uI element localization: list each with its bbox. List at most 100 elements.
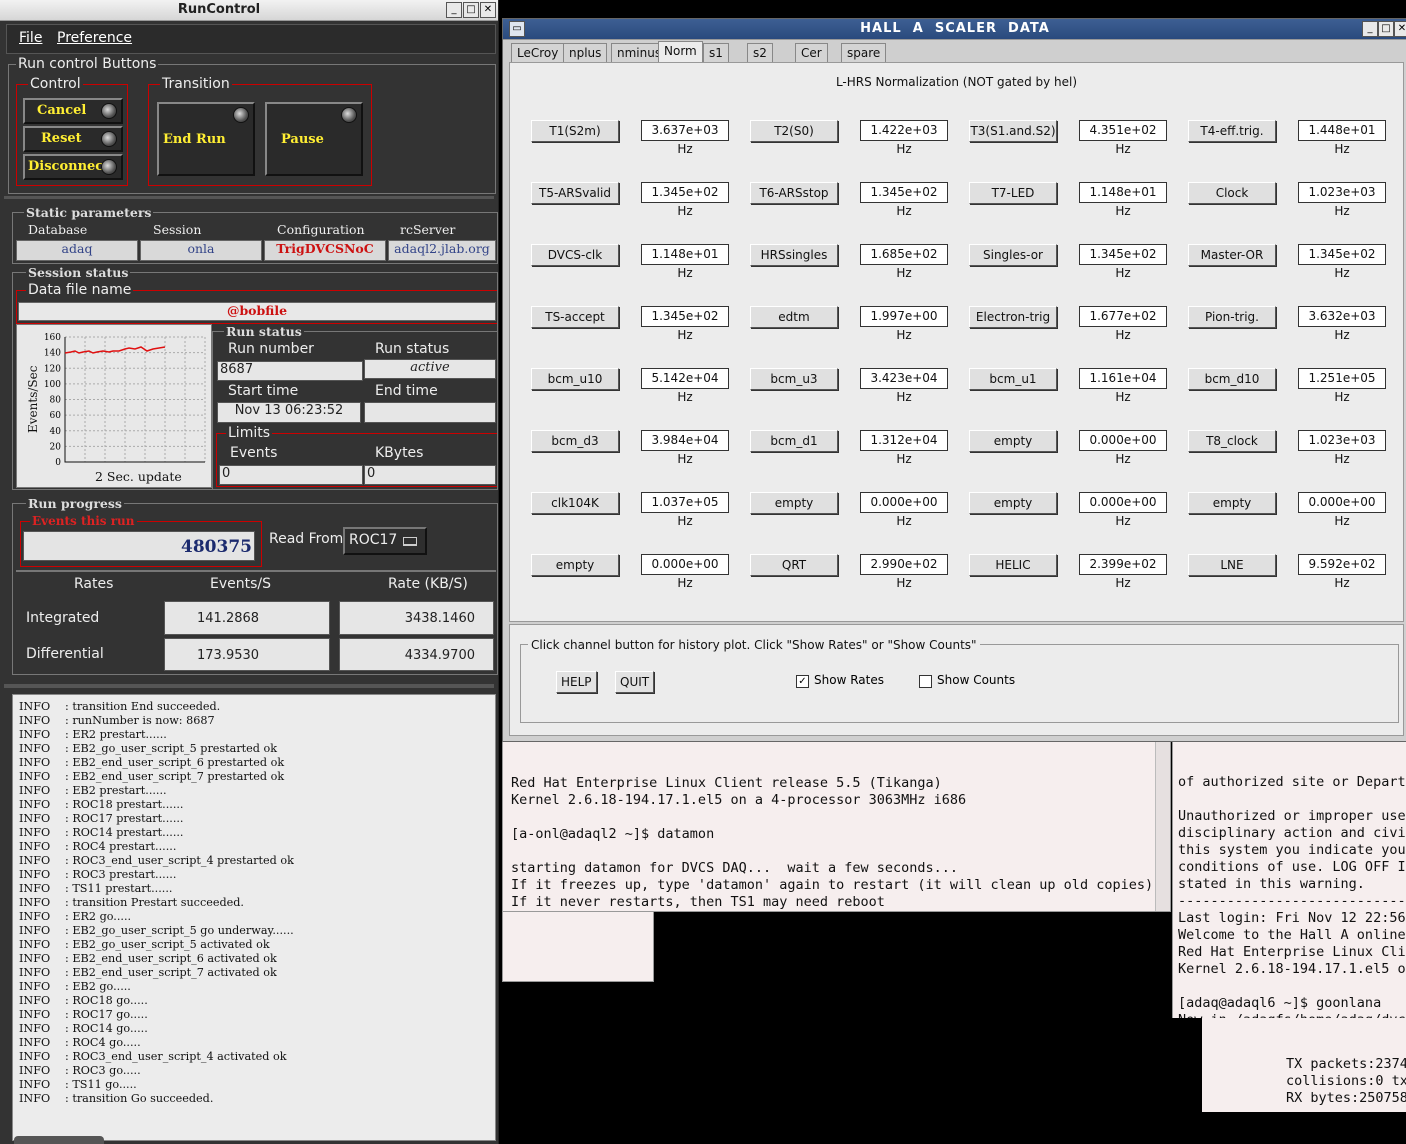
channel-rate-value: 9.592e+02 Hz	[1298, 554, 1386, 590]
channel-button[interactable]: HELIC	[969, 554, 1057, 576]
runcontrol-titlebar[interactable]: RunControl _ □ ✕	[0, 0, 498, 21]
terminal-bottom-line: RX bytes:250758	[1286, 1090, 1406, 1106]
tab-spare[interactable]: spare	[841, 43, 887, 63]
terminal-right-line: stated in this warning.	[1178, 876, 1365, 892]
rcserver-header: rcServer	[400, 222, 456, 237]
log-line: INFO: TS11 prestart......	[13, 882, 495, 896]
tab-cer[interactable]: Cer	[795, 43, 828, 63]
tab-s2[interactable]: s2	[747, 43, 773, 63]
log-line: INFO: EB2_end_user_script_7 prestarted o…	[13, 770, 495, 784]
terminal-right-line: this system you indicate you	[1178, 842, 1406, 858]
terminal-right[interactable]: of authorized site or Depart Unauthorized…	[1172, 740, 1406, 1018]
channel-button[interactable]: T1(S2m)	[531, 120, 619, 142]
database-header: Database	[28, 222, 88, 237]
log-line: INFO: ROC17 go.....	[13, 1008, 495, 1022]
help-button[interactable]: HELP	[556, 671, 597, 693]
kbytes-limit-input[interactable]: 0	[364, 465, 496, 485]
maximize-icon[interactable]: □	[463, 2, 479, 18]
channel-button[interactable]: bcm_d3	[531, 430, 619, 452]
tab-nplus[interactable]: nplus	[563, 43, 608, 63]
channel-button[interactable]: T8_clock	[1188, 430, 1276, 452]
menu-preference[interactable]: Preference	[57, 30, 132, 46]
read-from-label: Read From:	[267, 531, 351, 547]
disconnect-button[interactable]: Disconnect	[23, 154, 123, 180]
channel-rate-value: 3.984e+04 Hz	[641, 430, 729, 466]
cancel-button[interactable]: Cancel	[23, 98, 123, 124]
channel-button[interactable]: bcm_d10	[1188, 368, 1276, 390]
channel-button[interactable]: Pion-trig.	[1188, 306, 1276, 328]
log-line: INFO: ROC18 prestart......	[13, 798, 495, 812]
channel-rate-value: 1.023e+03 Hz	[1298, 430, 1386, 466]
channel-rate-value: 3.632e+03 Hz	[1298, 306, 1386, 342]
terminal-main[interactable]: Red Hat Enterprise Linux Client release …	[502, 740, 1171, 912]
events-limit-input[interactable]: 0	[219, 465, 363, 485]
terminal-scrollbar[interactable]	[1155, 741, 1170, 911]
read-from-select[interactable]: ROC17	[343, 527, 427, 555]
reset-button[interactable]: Reset	[23, 126, 123, 152]
channel-button[interactable]: bcm_u1	[969, 368, 1057, 390]
channel-rate-value: 0.000e+00 Hz	[860, 492, 948, 528]
dropdown-icon	[403, 537, 417, 546]
log-message: : ER2 prestart......	[65, 728, 167, 741]
static-parameters-label: Static parameters	[24, 205, 154, 220]
log-message: : ROC3_end_user_script_4 activated ok	[65, 1050, 287, 1063]
log-level: INFO	[19, 798, 51, 811]
channel-button[interactable]: T5-ARSvalid	[531, 182, 619, 204]
maximize-icon[interactable]: □	[1378, 21, 1394, 37]
tab-norm[interactable]: Norm	[658, 41, 703, 64]
log-level: INFO	[19, 1036, 51, 1049]
channel-button[interactable]: empty	[1188, 492, 1276, 514]
channel-button[interactable]: clk104K	[531, 492, 619, 514]
channel-button[interactable]: bcm_u10	[531, 368, 619, 390]
channel-button[interactable]: Singles-or	[969, 244, 1057, 266]
channel-button[interactable]: Clock	[1188, 182, 1276, 204]
close-icon[interactable]: ✕	[1394, 21, 1406, 37]
minimize-icon[interactable]: _	[446, 2, 462, 18]
channel-button[interactable]: HRSsingles	[750, 244, 838, 266]
show-counts-checkbox[interactable]	[919, 675, 932, 688]
channel-button[interactable]: empty	[531, 554, 619, 576]
channel-button[interactable]: bcm_d1	[750, 430, 838, 452]
configuration-header: Configuration	[277, 222, 365, 237]
events-limit-label: Events	[228, 445, 280, 461]
channel-button[interactable]: T6-ARSstop	[750, 182, 838, 204]
terminal-bottom-right[interactable]: TX packets:2374 collisions:0 tx RX bytes:2…	[1202, 1018, 1406, 1112]
channel-button[interactable]: T3(S1.and.S2)	[969, 120, 1057, 142]
session-status-label: Session status	[26, 265, 131, 280]
channel-button[interactable]: empty	[969, 492, 1057, 514]
message-log[interactable]: INFO: transition End succeeded. INFO: run…	[12, 694, 496, 1141]
channel-button[interactable]: Master-OR	[1188, 244, 1276, 266]
channel-button[interactable]: T4-eff.trig.	[1188, 120, 1276, 142]
channel-button[interactable]: DVCS-clk	[531, 244, 619, 266]
log-level: INFO	[19, 1092, 51, 1105]
channel-button[interactable]: LNE	[1188, 554, 1276, 576]
menu-file[interactable]: File	[19, 30, 42, 46]
channel-button[interactable]: Electron-trig	[969, 306, 1057, 328]
minimize-icon[interactable]: _	[1362, 21, 1378, 37]
channel-button[interactable]: TS-accept	[531, 306, 619, 328]
pause-button[interactable]: Pause	[265, 102, 363, 176]
log-level: INFO	[19, 896, 51, 909]
tab-s1[interactable]: s1	[703, 43, 729, 63]
indicator-light-icon	[233, 107, 249, 123]
channel-button[interactable]: empty	[969, 430, 1057, 452]
events-this-run-label: Events this run	[30, 514, 137, 528]
channel-rate-value: 1.685e+02 Hz	[860, 244, 948, 280]
menubar: File Preference	[6, 24, 496, 54]
channel-button[interactable]: T2(S0)	[750, 120, 838, 142]
integrated-events-value: 141.2868	[164, 601, 330, 635]
log-line: INFO: ROC14 prestart......	[13, 826, 495, 840]
channel-button[interactable]: T7-LED	[969, 182, 1057, 204]
quit-button[interactable]: QUIT	[615, 671, 655, 693]
show-rates-checkbox[interactable]: ✓	[796, 675, 809, 688]
close-icon[interactable]: ✕	[480, 2, 496, 18]
channel-button[interactable]: bcm_u3	[750, 368, 838, 390]
channel-button[interactable]: QRT	[750, 554, 838, 576]
channel-button[interactable]: empty	[750, 492, 838, 514]
channel-button[interactable]: edtm	[750, 306, 838, 328]
log-level: INFO	[19, 1008, 51, 1021]
terminal-right-line: conditions of use. LOG OFF I	[1178, 859, 1406, 875]
scaler-titlebar[interactable]: ▭ HALL A SCALER DATA _ □ ✕	[503, 19, 1406, 40]
tab-lecroy[interactable]: LeCroy	[511, 43, 565, 63]
end-run-button[interactable]: End Run	[157, 102, 255, 176]
